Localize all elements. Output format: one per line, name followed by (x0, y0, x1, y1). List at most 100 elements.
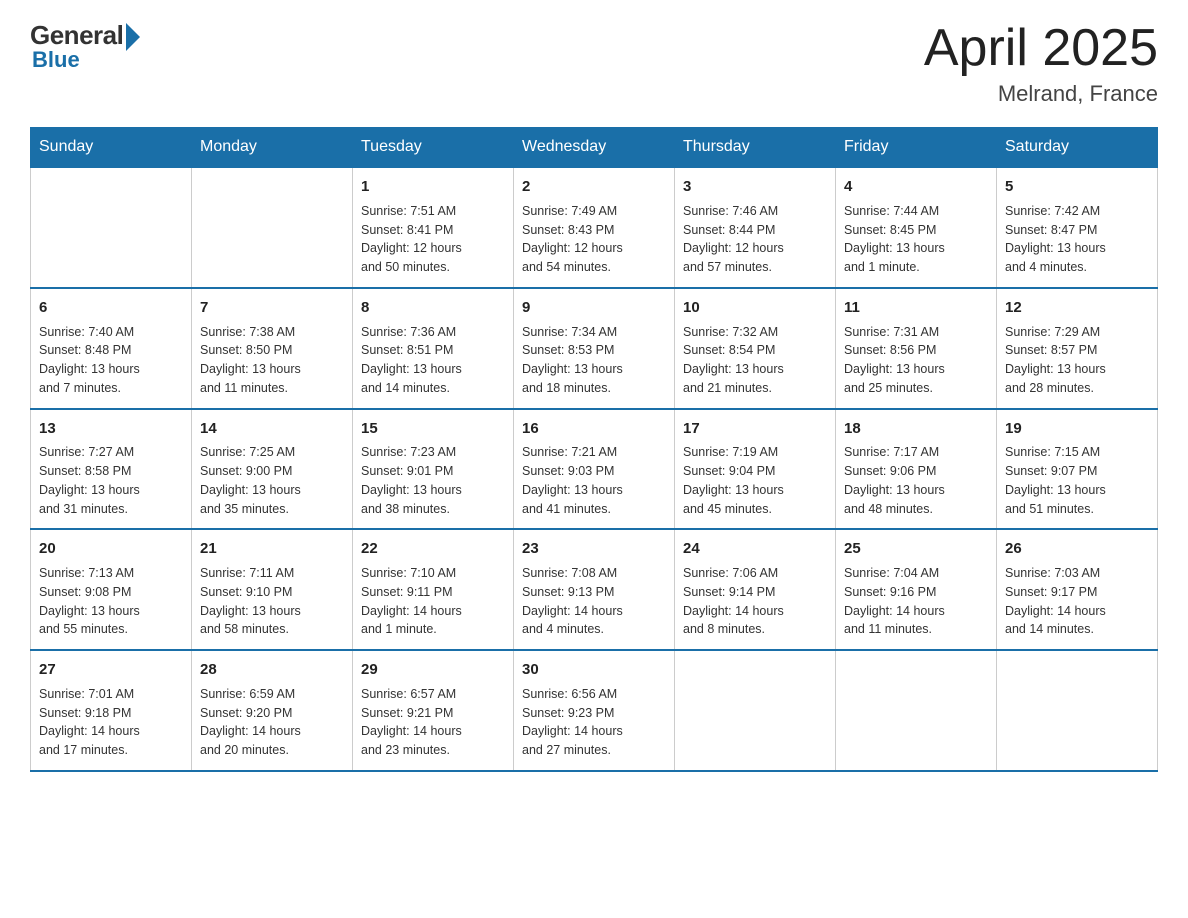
col-tuesday: Tuesday (353, 128, 514, 168)
calendar-title: April 2025 (924, 20, 1158, 77)
day-number: 3 (683, 176, 827, 198)
table-row: 15Sunrise: 7:23 AMSunset: 9:01 PMDayligh… (353, 409, 514, 530)
table-row: 8 Sunrise: 7:36 AMSunset: 8:51 PMDaylight… (353, 288, 514, 409)
day-number: 24 (683, 538, 827, 560)
day-number: 28 (200, 659, 344, 681)
day-number: 30 (522, 659, 666, 681)
day-info: Sunrise: 7:36 AMSunset: 8:51 PMDaylight:… (361, 323, 505, 398)
logo: General Blue (30, 20, 140, 73)
col-sunday: Sunday (31, 128, 192, 168)
day-number: 16 (522, 418, 666, 440)
table-row: 4 Sunrise: 7:44 AMSunset: 8:45 PMDaylight… (836, 167, 997, 288)
day-info: Sunrise: 7:17 AMSunset: 9:06 PMDaylight:… (844, 443, 988, 518)
day-number: 11 (844, 297, 988, 319)
day-info: Sunrise: 7:31 AMSunset: 8:56 PMDaylight:… (844, 323, 988, 398)
table-row: 13Sunrise: 7:27 AMSunset: 8:58 PMDayligh… (31, 409, 192, 530)
day-number: 10 (683, 297, 827, 319)
day-number: 12 (1005, 297, 1149, 319)
table-row: 9 Sunrise: 7:34 AMSunset: 8:53 PMDaylight… (514, 288, 675, 409)
table-row: 19 Sunrise: 7:15 AMSunset: 9:07 PMDayligh… (997, 409, 1158, 530)
table-row: 24 Sunrise: 7:06 AMSunset: 9:14 PMDayligh… (675, 529, 836, 650)
table-row: 16 Sunrise: 7:21 AMSunset: 9:03 PMDayligh… (514, 409, 675, 530)
day-number: 8 (361, 297, 505, 319)
table-row: 27 Sunrise: 7:01 AMSunset: 9:18 PMDayligh… (31, 650, 192, 771)
table-row: 14Sunrise: 7:25 AMSunset: 9:00 PMDayligh… (192, 409, 353, 530)
day-number: 25 (844, 538, 988, 560)
day-info: Sunrise: 7:08 AMSunset: 9:13 PMDaylight:… (522, 564, 666, 639)
table-row: 26 Sunrise: 7:03 AMSunset: 9:17 PMDayligh… (997, 529, 1158, 650)
day-info: Sunrise: 7:46 AMSunset: 8:44 PMDaylight:… (683, 202, 827, 277)
day-info: Sunrise: 7:06 AMSunset: 9:14 PMDaylight:… (683, 564, 827, 639)
logo-triangle-icon (126, 23, 140, 51)
table-row: 7Sunrise: 7:38 AMSunset: 8:50 PMDaylight… (192, 288, 353, 409)
col-saturday: Saturday (997, 128, 1158, 168)
day-number: 18 (844, 418, 988, 440)
table-row: 18 Sunrise: 7:17 AMSunset: 9:06 PMDayligh… (836, 409, 997, 530)
day-info: Sunrise: 7:01 AMSunset: 9:18 PMDaylight:… (39, 685, 183, 760)
table-row: 22 Sunrise: 7:10 AMSunset: 9:11 PMDayligh… (353, 529, 514, 650)
day-info: Sunrise: 7:03 AMSunset: 9:17 PMDaylight:… (1005, 564, 1149, 639)
day-number: 9 (522, 297, 666, 319)
table-row: 25Sunrise: 7:04 AMSunset: 9:16 PMDayligh… (836, 529, 997, 650)
day-number: 4 (844, 176, 988, 198)
page-header: General Blue April 2025 Melrand, France (30, 20, 1158, 107)
col-wednesday: Wednesday (514, 128, 675, 168)
day-info: Sunrise: 7:25 AMSunset: 9:00 PMDaylight:… (200, 443, 344, 518)
day-number: 22 (361, 538, 505, 560)
calendar-week-row: 20 Sunrise: 7:13 AMSunset: 9:08 PMDayligh… (31, 529, 1158, 650)
table-row: 10 Sunrise: 7:32 AMSunset: 8:54 PMDayligh… (675, 288, 836, 409)
table-row: 20 Sunrise: 7:13 AMSunset: 9:08 PMDayligh… (31, 529, 192, 650)
day-info: Sunrise: 7:13 AMSunset: 9:08 PMDaylight:… (39, 564, 183, 639)
table-row: 2 Sunrise: 7:49 AMSunset: 8:43 PMDaylight… (514, 167, 675, 288)
day-info: Sunrise: 6:56 AMSunset: 9:23 PMDaylight:… (522, 685, 666, 760)
day-info: Sunrise: 7:32 AMSunset: 8:54 PMDaylight:… (683, 323, 827, 398)
table-row: 11 Sunrise: 7:31 AMSunset: 8:56 PMDayligh… (836, 288, 997, 409)
calendar-week-row: 27 Sunrise: 7:01 AMSunset: 9:18 PMDayligh… (31, 650, 1158, 771)
calendar-week-row: 1 Sunrise: 7:51 AMSunset: 8:41 PMDaylight… (31, 167, 1158, 288)
table-row: 6 Sunrise: 7:40 AMSunset: 8:48 PMDaylight… (31, 288, 192, 409)
day-info: Sunrise: 7:11 AMSunset: 9:10 PMDaylight:… (200, 564, 344, 639)
day-number: 27 (39, 659, 183, 681)
table-row: 21 Sunrise: 7:11 AMSunset: 9:10 PMDayligh… (192, 529, 353, 650)
day-number: 15 (361, 418, 505, 440)
day-info: Sunrise: 7:21 AMSunset: 9:03 PMDaylight:… (522, 443, 666, 518)
day-info: Sunrise: 7:42 AMSunset: 8:47 PMDaylight:… (1005, 202, 1149, 277)
table-row: 28 Sunrise: 6:59 AMSunset: 9:20 PMDayligh… (192, 650, 353, 771)
day-number: 29 (361, 659, 505, 681)
day-info: Sunrise: 7:44 AMSunset: 8:45 PMDaylight:… (844, 202, 988, 277)
day-info: Sunrise: 7:27 AMSunset: 8:58 PMDaylight:… (39, 443, 183, 518)
day-info: Sunrise: 7:19 AMSunset: 9:04 PMDaylight:… (683, 443, 827, 518)
day-info: Sunrise: 7:34 AMSunset: 8:53 PMDaylight:… (522, 323, 666, 398)
logo-blue-text: Blue (32, 47, 80, 73)
day-number: 6 (39, 297, 183, 319)
calendar-week-row: 13Sunrise: 7:27 AMSunset: 8:58 PMDayligh… (31, 409, 1158, 530)
day-number: 19 (1005, 418, 1149, 440)
col-friday: Friday (836, 128, 997, 168)
day-number: 5 (1005, 176, 1149, 198)
day-info: Sunrise: 7:40 AMSunset: 8:48 PMDaylight:… (39, 323, 183, 398)
day-info: Sunrise: 6:59 AMSunset: 9:20 PMDaylight:… (200, 685, 344, 760)
day-number: 23 (522, 538, 666, 560)
calendar-table: Sunday Monday Tuesday Wednesday Thursday… (30, 127, 1158, 772)
calendar-location: Melrand, France (924, 81, 1158, 107)
day-number: 2 (522, 176, 666, 198)
day-number: 7 (200, 297, 344, 319)
table-row: 5 Sunrise: 7:42 AMSunset: 8:47 PMDaylight… (997, 167, 1158, 288)
table-row: 1 Sunrise: 7:51 AMSunset: 8:41 PMDaylight… (353, 167, 514, 288)
table-row (836, 650, 997, 771)
day-number: 26 (1005, 538, 1149, 560)
day-number: 1 (361, 176, 505, 198)
day-info: Sunrise: 7:10 AMSunset: 9:11 PMDaylight:… (361, 564, 505, 639)
table-row (997, 650, 1158, 771)
calendar-week-row: 6 Sunrise: 7:40 AMSunset: 8:48 PMDaylight… (31, 288, 1158, 409)
day-info: Sunrise: 7:15 AMSunset: 9:07 PMDaylight:… (1005, 443, 1149, 518)
calendar-header-row: Sunday Monday Tuesday Wednesday Thursday… (31, 128, 1158, 168)
table-row: 29 Sunrise: 6:57 AMSunset: 9:21 PMDayligh… (353, 650, 514, 771)
day-number: 21 (200, 538, 344, 560)
day-info: Sunrise: 6:57 AMSunset: 9:21 PMDaylight:… (361, 685, 505, 760)
day-number: 20 (39, 538, 183, 560)
day-info: Sunrise: 7:29 AMSunset: 8:57 PMDaylight:… (1005, 323, 1149, 398)
col-thursday: Thursday (675, 128, 836, 168)
day-info: Sunrise: 7:51 AMSunset: 8:41 PMDaylight:… (361, 202, 505, 277)
day-info: Sunrise: 7:49 AMSunset: 8:43 PMDaylight:… (522, 202, 666, 277)
